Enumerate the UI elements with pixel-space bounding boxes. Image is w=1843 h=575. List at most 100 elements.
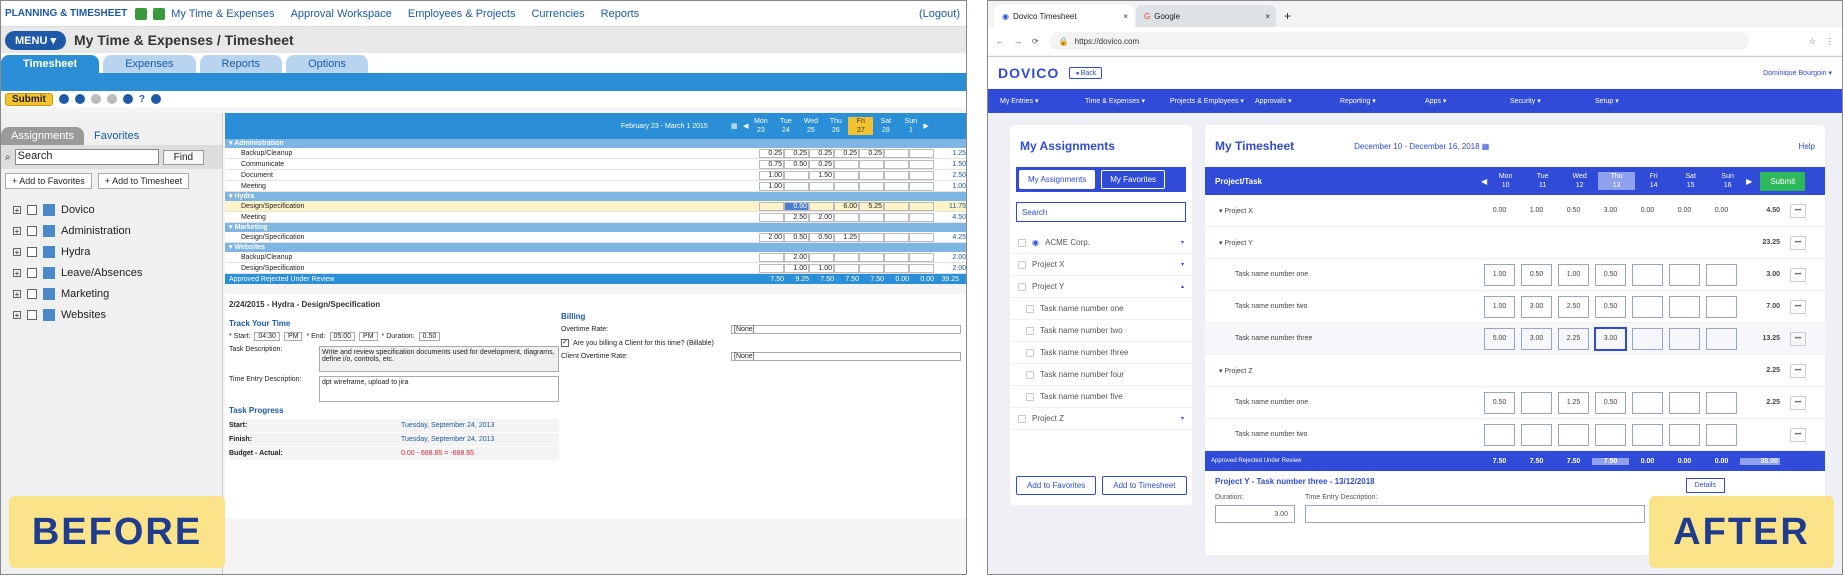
browser-tab-google[interactable]: G Google × xyxy=(1136,5,1276,27)
add-to-favorites-button[interactable]: + Add to Favorites xyxy=(5,173,92,189)
tab-reports[interactable]: Reports xyxy=(199,55,283,73)
checkbox[interactable] xyxy=(27,225,37,236)
hour-cell[interactable] xyxy=(909,263,934,273)
expand-icon[interactable]: + xyxy=(13,226,21,235)
expand-icon[interactable]: + xyxy=(13,205,21,214)
hour-cell[interactable] xyxy=(909,232,934,242)
help-link[interactable]: Help xyxy=(1799,142,1815,151)
hour-input[interactable] xyxy=(1484,423,1515,446)
hour-input[interactable]: 0.50 xyxy=(1595,391,1626,414)
export-icon[interactable] xyxy=(122,94,133,104)
hour-cell[interactable] xyxy=(909,181,934,191)
expand-icon[interactable]: + xyxy=(13,247,21,256)
nav-reports[interactable]: Reports xyxy=(601,8,640,20)
checkbox[interactable] xyxy=(1026,326,1034,335)
close-icon[interactable]: × xyxy=(1123,12,1128,21)
hour-cell[interactable] xyxy=(859,252,884,262)
add-to-timesheet-button[interactable]: + Add to Timesheet xyxy=(97,173,190,189)
checkbox[interactable] xyxy=(1026,304,1034,313)
end-ampm-select[interactable]: PM xyxy=(359,332,378,341)
nav-approval[interactable]: Approval Workspace xyxy=(291,8,392,20)
hour-cell[interactable] xyxy=(859,212,884,222)
tab-timesheet[interactable]: Timesheet xyxy=(1,55,100,73)
hour-input[interactable] xyxy=(1669,327,1700,350)
hour-input[interactable] xyxy=(1521,391,1552,414)
table-row[interactable]: Design/Specification 1.00 1.00 2.00 xyxy=(225,263,966,274)
hour-cell[interactable]: 0.25 xyxy=(759,148,784,158)
hour-cell[interactable]: 0.25 xyxy=(784,148,809,158)
stop-icon[interactable] xyxy=(90,94,101,104)
table-row[interactable]: Design/Specification 0.50 6.00 5.25 11.75 xyxy=(225,201,966,212)
hour-input[interactable]: 3.00 xyxy=(1595,327,1626,350)
hour-cell[interactable] xyxy=(759,263,784,273)
hour-input[interactable]: 0.50 xyxy=(1484,391,1515,414)
more-options-icon[interactable]: ••• xyxy=(1790,331,1806,346)
task-row[interactable]: Task name number two ••• xyxy=(1205,419,1825,451)
hour-cell[interactable] xyxy=(909,148,934,158)
hour-cell[interactable] xyxy=(884,212,909,222)
hour-input[interactable]: 0.50 xyxy=(1595,263,1626,286)
project-row[interactable]: ▾ Project Z 2.25 ••• xyxy=(1205,355,1825,387)
tab-my-assignments[interactable]: My Assignments xyxy=(1019,170,1096,189)
hour-cell[interactable]: 5.25 xyxy=(859,201,884,211)
hour-input[interactable] xyxy=(1706,295,1737,318)
entry-description-input[interactable]: dpt wireframe, upload to jira xyxy=(319,376,559,402)
back-arrow-icon[interactable]: ← xyxy=(996,37,1004,46)
nav-item[interactable]: Time & Expenses ▾ xyxy=(1085,97,1170,105)
more-options-icon[interactable]: ••• xyxy=(1790,235,1806,250)
project-row[interactable]: ▾ Project Y 23.25 ••• xyxy=(1205,227,1825,259)
hour-input[interactable] xyxy=(1632,391,1663,414)
hour-cell[interactable]: 2.00 xyxy=(809,212,834,222)
hour-cell[interactable] xyxy=(834,159,859,169)
hour-input[interactable] xyxy=(1632,263,1663,286)
nav-item[interactable]: Approvals ▾ xyxy=(1255,97,1340,105)
nav-my-time[interactable]: My Time & Expenses xyxy=(171,8,274,20)
nav-item[interactable]: My Entries ▾ xyxy=(1000,97,1085,105)
task-row[interactable]: Task name number one 1.00 0.50 1.00 0.50 3.00… xyxy=(1205,259,1825,291)
hour-cell[interactable]: 1.50 xyxy=(809,170,834,180)
table-row[interactable]: Meeting 1.00 1.00 xyxy=(225,181,966,192)
hour-cell[interactable] xyxy=(834,252,859,262)
more-options-icon[interactable]: ••• xyxy=(1790,267,1806,282)
hour-input[interactable]: 1.00 xyxy=(1484,263,1515,286)
list-item[interactable]: Project X ▾ xyxy=(1010,254,1192,276)
more-options-icon[interactable]: ••• xyxy=(1790,299,1806,314)
nav-currencies[interactable]: Currencies xyxy=(531,8,584,20)
checkbox[interactable] xyxy=(1018,238,1026,247)
hour-cell[interactable] xyxy=(784,181,809,191)
list-item[interactable]: ◉ ACME Corp. ▾ xyxy=(1010,232,1192,254)
hour-cell[interactable] xyxy=(759,252,784,262)
hour-cell[interactable]: 0.25 xyxy=(809,148,834,158)
hour-cell[interactable] xyxy=(884,181,909,191)
hour-cell[interactable] xyxy=(859,263,884,273)
back-button[interactable]: ◂ Back xyxy=(1069,67,1103,79)
hour-cell[interactable] xyxy=(834,181,859,191)
add-to-favorites-button[interactable]: Add to Favorites xyxy=(1016,476,1097,495)
list-sub-item[interactable]: Task name number four xyxy=(1010,364,1192,386)
checkbox[interactable] xyxy=(27,288,37,299)
entry-description-input[interactable] xyxy=(1305,505,1645,523)
hour-cell[interactable] xyxy=(909,159,934,169)
checkbox[interactable] xyxy=(27,204,37,215)
close-icon[interactable]: × xyxy=(1265,12,1270,21)
new-tab-icon[interactable]: + xyxy=(1284,9,1291,23)
hour-cell[interactable] xyxy=(834,212,859,222)
start-input[interactable]: 04:30 xyxy=(254,332,280,341)
hour-input[interactable] xyxy=(1521,423,1552,446)
hour-cell[interactable] xyxy=(809,201,834,211)
submit-button[interactable]: Submit xyxy=(1760,171,1806,191)
task-row[interactable]: Task name number one 0.50 1.25 0.50 2.25 ••• xyxy=(1205,387,1825,419)
hour-cell[interactable]: 1.00 xyxy=(759,170,784,180)
hour-cell[interactable]: 1.25 xyxy=(834,232,859,242)
overtime-select[interactable]: [None] xyxy=(731,325,961,334)
hour-cell[interactable] xyxy=(809,252,834,262)
project-row[interactable]: ▾ Project X 0.00 1.00 0.50 3.00 0.00 0.00 0.00 4… xyxy=(1205,195,1825,227)
tab-expenses[interactable]: Expenses xyxy=(103,55,196,73)
hour-cell[interactable]: 0.50 xyxy=(784,201,809,211)
back-icon[interactable] xyxy=(135,7,148,20)
hour-cell[interactable] xyxy=(884,159,909,169)
search-input[interactable]: Search xyxy=(14,149,159,165)
hour-cell[interactable] xyxy=(759,212,784,222)
checkbox[interactable] xyxy=(27,267,37,278)
hour-cell[interactable]: 2.00 xyxy=(759,232,784,242)
